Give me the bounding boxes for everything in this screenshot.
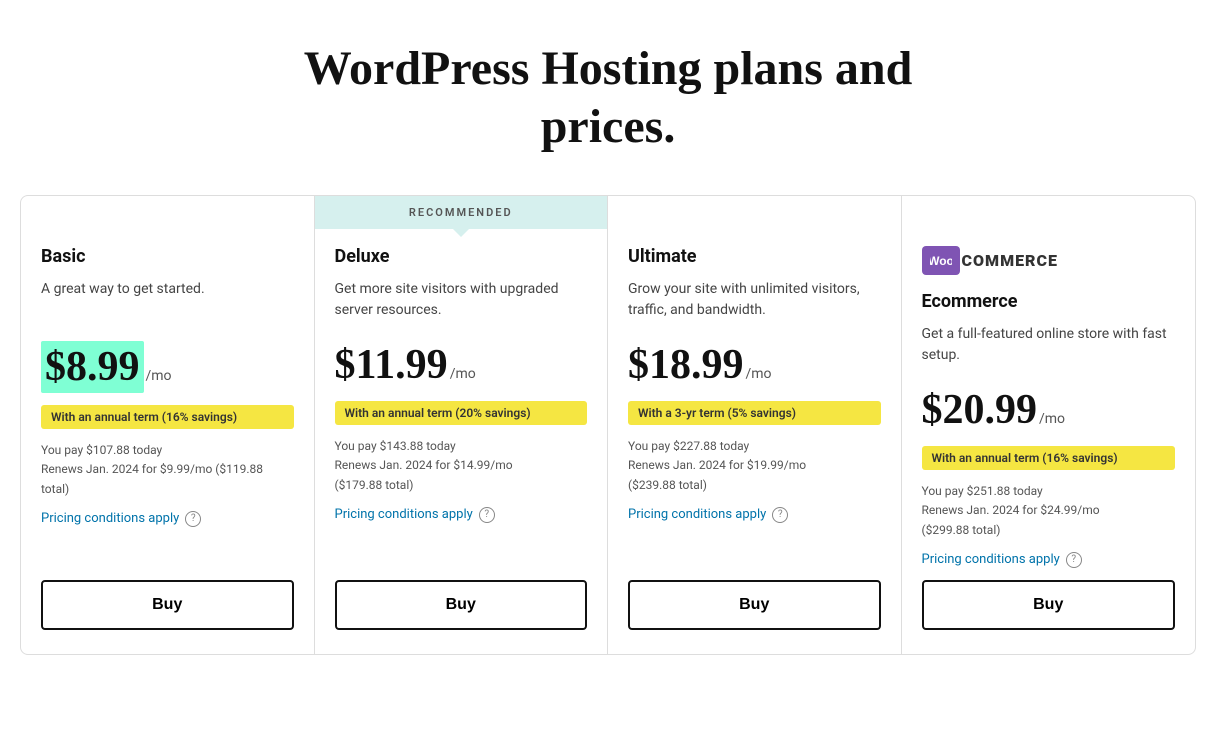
billing-info: You pay $107.88 today Renews Jan. 2024 f… xyxy=(41,441,294,499)
price-amount: $11.99 xyxy=(335,341,448,389)
price-row: $18.99 /mo xyxy=(628,341,881,389)
pricing-conditions-text: Pricing conditions apply xyxy=(628,507,766,522)
pricing-conditions-link[interactable]: Pricing conditions apply ? xyxy=(41,511,294,527)
price-period: /mo xyxy=(1039,411,1065,427)
savings-badge: With an annual term (16% savings) xyxy=(41,405,294,429)
price-amount: $20.99 xyxy=(922,386,1038,434)
buy-button[interactable]: Buy xyxy=(41,580,294,630)
recommended-badge: RECOMMENDED xyxy=(315,196,608,229)
page-title: WordPress Hosting plans and prices. xyxy=(20,40,1196,155)
plan-name: Basic xyxy=(41,246,294,267)
pricing-conditions-text: Pricing conditions apply xyxy=(335,507,473,522)
plan-name: Deluxe xyxy=(335,246,588,267)
pricing-conditions-text: Pricing conditions apply xyxy=(41,511,179,526)
woo-logo: Woo COMMERCE xyxy=(922,246,1176,275)
savings-badge: With an annual term (16% savings) xyxy=(922,446,1176,470)
pricing-conditions-link[interactable]: Pricing conditions apply ? xyxy=(628,507,881,523)
help-icon[interactable]: ? xyxy=(772,507,788,523)
page-wrapper: WordPress Hosting plans and prices. Basi… xyxy=(0,0,1216,695)
help-icon[interactable]: ? xyxy=(479,507,495,523)
plan-name: Ultimate xyxy=(628,246,881,267)
buy-button[interactable]: Buy xyxy=(335,580,588,630)
plan-description: Get a full-featured online store with fa… xyxy=(922,324,1176,374)
price-row: $20.99 /mo xyxy=(922,386,1176,434)
plan-card-ecommerce: Woo COMMERCE Ecommerce Get a full-featur… xyxy=(902,196,1196,654)
price-row: $8.99 /mo xyxy=(41,341,294,393)
savings-badge: With a 3-yr term (5% savings) xyxy=(628,401,881,425)
woo-commerce-text: COMMERCE xyxy=(962,251,1058,270)
price-amount: $18.99 xyxy=(628,341,744,389)
plan-name: Ecommerce xyxy=(922,291,1176,312)
plans-container: Basic A great way to get started. $8.99 … xyxy=(20,195,1196,655)
plan-card-basic: Basic A great way to get started. $8.99 … xyxy=(21,196,315,654)
billing-info: You pay $251.88 today Renews Jan. 2024 f… xyxy=(922,482,1176,540)
price-amount: $8.99 xyxy=(41,341,144,393)
plan-description: A great way to get started. xyxy=(41,279,294,329)
savings-badge: With an annual term (20% savings) xyxy=(335,401,588,425)
buy-button[interactable]: Buy xyxy=(922,580,1176,630)
plan-description: Grow your site with unlimited visitors, … xyxy=(628,279,881,329)
price-period: /mo xyxy=(450,366,476,382)
buy-button[interactable]: Buy xyxy=(628,580,881,630)
help-icon[interactable]: ? xyxy=(1066,552,1082,568)
svg-text:Woo: Woo xyxy=(930,254,952,268)
plan-description: Get more site visitors with upgraded ser… xyxy=(335,279,588,329)
woo-bag-icon: Woo xyxy=(922,246,960,275)
price-row: $11.99 /mo xyxy=(335,341,588,389)
plan-card-deluxe: RECOMMENDED Deluxe Get more site visitor… xyxy=(315,196,609,654)
pricing-conditions-link[interactable]: Pricing conditions apply ? xyxy=(335,507,588,523)
price-period: /mo xyxy=(746,366,772,382)
billing-info: You pay $227.88 today Renews Jan. 2024 f… xyxy=(628,437,881,495)
plan-card-ultimate: Ultimate Grow your site with unlimited v… xyxy=(608,196,902,654)
billing-info: You pay $143.88 today Renews Jan. 2024 f… xyxy=(335,437,588,495)
pricing-conditions-text: Pricing conditions apply xyxy=(922,552,1060,567)
pricing-conditions-link[interactable]: Pricing conditions apply ? xyxy=(922,552,1176,568)
price-period: /mo xyxy=(146,368,172,384)
help-icon[interactable]: ? xyxy=(185,511,201,527)
